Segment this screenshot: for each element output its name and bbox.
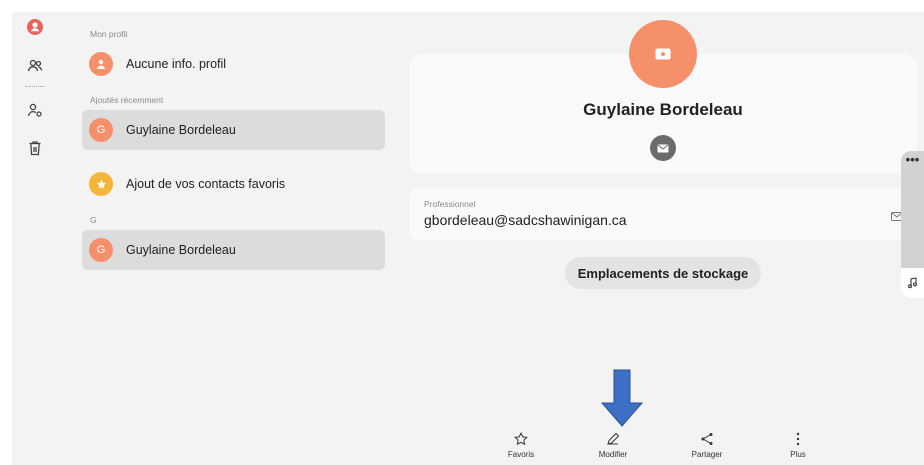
more-label: Plus — [790, 450, 806, 459]
profile-avatar-icon — [89, 52, 113, 76]
contact-avatar: G — [89, 118, 113, 142]
more-button[interactable]: Plus — [768, 430, 828, 465]
pencil-icon — [583, 430, 643, 448]
share-label: Partager — [691, 450, 723, 459]
add-favorites-label: Ajout de vos contacts favoris — [126, 177, 286, 191]
vertical-dots-icon — [768, 430, 828, 448]
down-arrow-annotation — [601, 369, 643, 427]
recent-contact-name: Guylaine Bordeleau — [126, 123, 236, 137]
email-address[interactable]: gbordeleau@sadcshawinigan.ca — [424, 212, 627, 228]
contacts-icon[interactable] — [25, 56, 45, 76]
bottom-action-bar: Favoris Modifier Partager Plus — [472, 430, 832, 465]
image-icon — [655, 48, 671, 60]
letter-section-label: G — [90, 215, 97, 225]
contacts-app: Mon profil Aucune info. profil Ajoutés r… — [12, 12, 924, 465]
manage-contacts-icon[interactable] — [25, 100, 45, 120]
recent-section-label: Ajoutés récemment — [90, 95, 164, 105]
my-profile-label: Aucune info. profil — [126, 57, 227, 71]
profile-icon[interactable] — [25, 17, 45, 37]
rail-divider — [25, 86, 45, 88]
share-icon — [677, 430, 737, 448]
favorites-label: Favoris — [507, 450, 535, 459]
more-dots-icon: ••• — [905, 152, 920, 167]
contact-row[interactable]: G Guylaine Bordeleau — [82, 230, 385, 270]
trash-icon[interactable] — [25, 138, 45, 158]
message-button[interactable] — [650, 135, 676, 161]
contact-full-name: Guylaine Bordeleau — [583, 100, 743, 119]
edit-label: Modifier — [598, 450, 628, 459]
contact-avatar: G — [89, 238, 113, 262]
contact-name: Guylaine Bordeleau — [126, 243, 236, 257]
star-icon — [89, 172, 113, 196]
nav-rail — [12, 12, 58, 465]
my-profile-row[interactable]: Aucune info. profil — [82, 44, 385, 84]
music-icon — [901, 268, 924, 298]
edge-panel-handle[interactable]: ••• — [901, 151, 924, 298]
contact-list: Mon profil Aucune info. profil Ajoutés r… — [72, 12, 412, 465]
email-type-label: Professionnel — [424, 199, 476, 209]
contact-photo-avatar[interactable] — [629, 20, 697, 88]
share-button[interactable]: Partager — [677, 430, 737, 465]
email-card[interactable]: Professionnel gbordeleau@sadcshawinigan.… — [409, 188, 917, 240]
mail-icon — [657, 144, 669, 152]
edit-button[interactable]: Modifier — [583, 430, 643, 465]
recent-contact-row[interactable]: G Guylaine Bordeleau — [82, 110, 385, 150]
add-favorites-row[interactable]: Ajout de vos contacts favoris — [82, 164, 385, 204]
my-profile-section-label: Mon profil — [90, 29, 128, 39]
star-outline-icon — [491, 430, 551, 448]
favorites-button[interactable]: Favoris — [491, 430, 551, 465]
storage-locations-button[interactable]: Emplacements de stockage — [565, 257, 761, 289]
